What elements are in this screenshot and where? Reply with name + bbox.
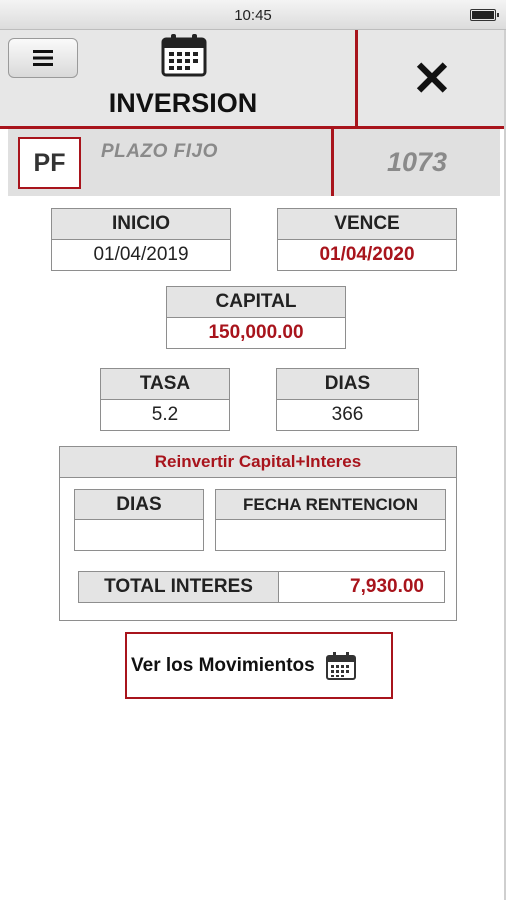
hamburger-icon	[33, 50, 53, 66]
capital-field: CAPITAL 150,000.00	[166, 286, 346, 349]
total-interes-value: 7,930.00	[279, 571, 445, 603]
vence-field: VENCE 01/04/2020	[277, 208, 457, 271]
product-name: PLAZO FIJO	[101, 141, 218, 162]
vence-label: VENCE	[277, 208, 457, 240]
reinvest-fecha-input[interactable]	[215, 520, 446, 551]
app-header: INVERSION ✕	[0, 30, 506, 128]
tasa-value: 5.2	[100, 400, 230, 431]
inicio-value: 01/04/2019	[51, 240, 231, 271]
reinvest-fecha-field: FECHA RENTENCION	[215, 489, 446, 551]
product-header: PF PLAZO FIJO 1073	[8, 129, 500, 196]
reinvest-dias-label: DIAS	[74, 489, 204, 520]
ver-movimientos-label: Ver los Movimientos	[131, 654, 315, 676]
total-interes-row: TOTAL INTERES 7,930.00	[78, 571, 445, 603]
reinvest-dias-input[interactable]	[74, 520, 204, 551]
product-number: 1073	[386, 147, 448, 177]
inicio-field: INICIO 01/04/2019	[51, 208, 231, 271]
tasa-field: TASA 5.2	[100, 368, 230, 431]
reinvest-dias-field: DIAS	[74, 489, 204, 551]
close-icon: ✕	[411, 53, 453, 106]
reinvest-title: Reinvertir Capital+Interes	[60, 447, 456, 478]
capital-value: 150,000.00	[166, 318, 346, 349]
dias-field: DIAS 366	[276, 368, 419, 431]
reinvest-fecha-label: FECHA RENTENCION	[215, 489, 446, 520]
status-time: 10:45	[234, 7, 272, 24]
product-badge: PF	[18, 137, 81, 189]
ver-movimientos-button[interactable]: Ver los Movimientos	[125, 632, 393, 699]
status-bar: 10:45	[0, 0, 506, 30]
total-interes-label: TOTAL INTERES	[78, 571, 279, 603]
inicio-label: INICIO	[51, 208, 231, 240]
page-title: INVERSION	[108, 88, 258, 118]
close-button[interactable]: ✕	[358, 30, 506, 128]
battery-icon	[470, 9, 499, 21]
capital-label: CAPITAL	[166, 286, 346, 318]
calendar-icon	[325, 651, 356, 680]
vence-value: 01/04/2020	[277, 240, 457, 271]
dias-label: DIAS	[276, 368, 419, 400]
tasa-label: TASA	[100, 368, 230, 400]
calendar-icon	[161, 34, 207, 77]
reinvest-panel: Reinvertir Capital+Interes DIAS FECHA RE…	[59, 446, 457, 621]
dias-value: 366	[276, 400, 419, 431]
menu-button[interactable]	[8, 38, 78, 78]
